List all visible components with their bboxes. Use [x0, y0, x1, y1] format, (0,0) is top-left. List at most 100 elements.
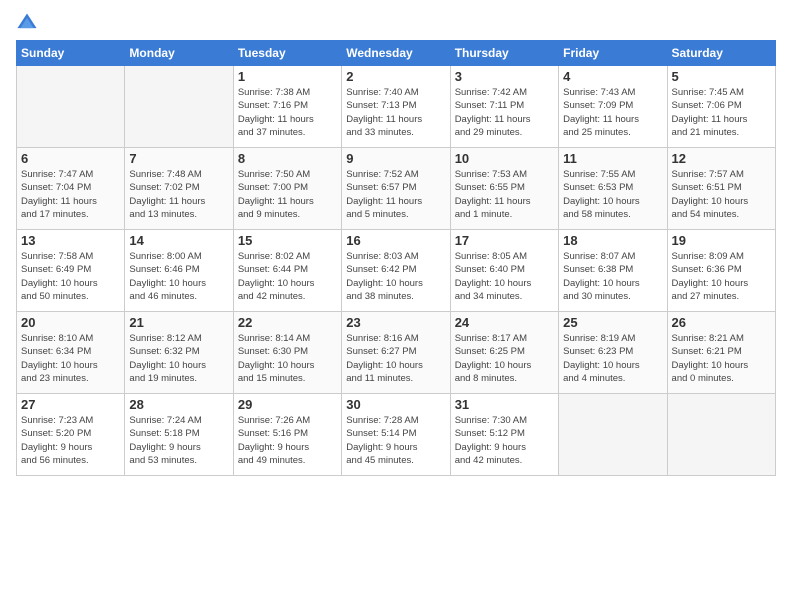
day-detail: Sunrise: 7:48 AM Sunset: 7:02 PM Dayligh… [129, 168, 228, 221]
day-detail: Sunrise: 7:55 AM Sunset: 6:53 PM Dayligh… [563, 168, 662, 221]
day-detail: Sunrise: 7:47 AM Sunset: 7:04 PM Dayligh… [21, 168, 120, 221]
day-number: 26 [672, 315, 771, 330]
day-number: 13 [21, 233, 120, 248]
day-detail: Sunrise: 8:12 AM Sunset: 6:32 PM Dayligh… [129, 332, 228, 385]
day-detail: Sunrise: 7:30 AM Sunset: 5:12 PM Dayligh… [455, 414, 554, 467]
day-detail: Sunrise: 7:26 AM Sunset: 5:16 PM Dayligh… [238, 414, 337, 467]
day-detail: Sunrise: 7:40 AM Sunset: 7:13 PM Dayligh… [346, 86, 445, 139]
day-number: 24 [455, 315, 554, 330]
page: SundayMondayTuesdayWednesdayThursdayFrid… [0, 0, 792, 484]
weekday-header: Friday [559, 41, 667, 66]
day-number: 30 [346, 397, 445, 412]
day-detail: Sunrise: 7:52 AM Sunset: 6:57 PM Dayligh… [346, 168, 445, 221]
calendar-cell: 17Sunrise: 8:05 AM Sunset: 6:40 PM Dayli… [450, 230, 558, 312]
day-detail: Sunrise: 7:23 AM Sunset: 5:20 PM Dayligh… [21, 414, 120, 467]
calendar-cell: 15Sunrise: 8:02 AM Sunset: 6:44 PM Dayli… [233, 230, 341, 312]
day-number: 6 [21, 151, 120, 166]
calendar-week-row: 27 Sunrise: 7:23 AM Sunset: 5:20 PM Dayli… [17, 394, 776, 476]
weekday-header-row: SundayMondayTuesdayWednesdayThursdayFrid… [17, 41, 776, 66]
day-number: 2 [346, 69, 445, 84]
calendar-cell: 11 Sunrise: 7:55 AM Sunset: 6:53 PM Dayli… [559, 148, 667, 230]
calendar-cell: 9 Sunrise: 7:52 AM Sunset: 6:57 PM Daylig… [342, 148, 450, 230]
day-number: 25 [563, 315, 662, 330]
calendar-cell: 22 Sunrise: 8:14 AM Sunset: 6:30 PM Dayli… [233, 312, 341, 394]
day-number: 8 [238, 151, 337, 166]
day-detail: Sunrise: 7:50 AM Sunset: 7:00 PM Dayligh… [238, 168, 337, 221]
weekday-header: Monday [125, 41, 233, 66]
calendar-cell: 7 Sunrise: 7:48 AM Sunset: 7:02 PM Daylig… [125, 148, 233, 230]
logo-icon [16, 12, 38, 34]
day-number: 5 [672, 69, 771, 84]
calendar-cell: 5 Sunrise: 7:45 AM Sunset: 7:06 PM Daylig… [667, 66, 775, 148]
day-detail: Sunrise: 8:19 AM Sunset: 6:23 PM Dayligh… [563, 332, 662, 385]
day-number: 27 [21, 397, 120, 412]
day-detail: Sunrise: 7:38 AM Sunset: 7:16 PM Dayligh… [238, 86, 337, 139]
calendar-cell: 16 Sunrise: 8:03 AM Sunset: 6:42 PM Dayli… [342, 230, 450, 312]
calendar-cell: 14Sunrise: 8:00 AM Sunset: 6:46 PM Dayli… [125, 230, 233, 312]
calendar-cell: 24 Sunrise: 8:17 AM Sunset: 6:25 PM Dayli… [450, 312, 558, 394]
day-detail: Sunrise: 7:57 AM Sunset: 6:51 PM Dayligh… [672, 168, 771, 221]
day-detail: Sunrise: 8:00 AM Sunset: 6:46 PM Dayligh… [129, 250, 228, 303]
calendar-week-row: 6 Sunrise: 7:47 AM Sunset: 7:04 PM Daylig… [17, 148, 776, 230]
day-number: 31 [455, 397, 554, 412]
calendar-cell: 26Sunrise: 8:21 AM Sunset: 6:21 PM Dayli… [667, 312, 775, 394]
day-number: 19 [672, 233, 771, 248]
calendar-cell: 6 Sunrise: 7:47 AM Sunset: 7:04 PM Daylig… [17, 148, 125, 230]
day-number: 12 [672, 151, 771, 166]
day-detail: Sunrise: 7:28 AM Sunset: 5:14 PM Dayligh… [346, 414, 445, 467]
weekday-header: Saturday [667, 41, 775, 66]
day-number: 22 [238, 315, 337, 330]
calendar-cell: 19 Sunrise: 8:09 AM Sunset: 6:36 PM Dayli… [667, 230, 775, 312]
calendar-cell: 31 Sunrise: 7:30 AM Sunset: 5:12 PM Dayli… [450, 394, 558, 476]
day-number: 3 [455, 69, 554, 84]
calendar-cell: 28Sunrise: 7:24 AM Sunset: 5:18 PM Dayli… [125, 394, 233, 476]
calendar-cell: 25 Sunrise: 8:19 AM Sunset: 6:23 PM Dayli… [559, 312, 667, 394]
day-detail: Sunrise: 8:09 AM Sunset: 6:36 PM Dayligh… [672, 250, 771, 303]
day-detail: Sunrise: 7:53 AM Sunset: 6:55 PM Dayligh… [455, 168, 554, 221]
day-number: 15 [238, 233, 337, 248]
calendar-cell: 13 Sunrise: 7:58 AM Sunset: 6:49 PM Dayli… [17, 230, 125, 312]
calendar-cell [559, 394, 667, 476]
weekday-header: Tuesday [233, 41, 341, 66]
calendar-cell: 27 Sunrise: 7:23 AM Sunset: 5:20 PM Dayli… [17, 394, 125, 476]
calendar-cell: 29 Sunrise: 7:26 AM Sunset: 5:16 PM Dayli… [233, 394, 341, 476]
calendar-week-row: 20 Sunrise: 8:10 AM Sunset: 6:34 PM Dayli… [17, 312, 776, 394]
day-number: 23 [346, 315, 445, 330]
calendar-cell: 21Sunrise: 8:12 AM Sunset: 6:32 PM Dayli… [125, 312, 233, 394]
calendar-cell: 18Sunrise: 8:07 AM Sunset: 6:38 PM Dayli… [559, 230, 667, 312]
header [16, 12, 776, 34]
calendar-week-row: 13 Sunrise: 7:58 AM Sunset: 6:49 PM Dayli… [17, 230, 776, 312]
calendar-cell [125, 66, 233, 148]
day-detail: Sunrise: 8:07 AM Sunset: 6:38 PM Dayligh… [563, 250, 662, 303]
day-number: 16 [346, 233, 445, 248]
calendar-cell: 2 Sunrise: 7:40 AM Sunset: 7:13 PM Daylig… [342, 66, 450, 148]
calendar-table: SundayMondayTuesdayWednesdayThursdayFrid… [16, 40, 776, 476]
weekday-header: Thursday [450, 41, 558, 66]
calendar-cell: 20 Sunrise: 8:10 AM Sunset: 6:34 PM Dayli… [17, 312, 125, 394]
calendar-cell: 10Sunrise: 7:53 AM Sunset: 6:55 PM Dayli… [450, 148, 558, 230]
calendar-cell: 8 Sunrise: 7:50 AM Sunset: 7:00 PM Daylig… [233, 148, 341, 230]
day-number: 29 [238, 397, 337, 412]
day-number: 7 [129, 151, 228, 166]
day-detail: Sunrise: 8:14 AM Sunset: 6:30 PM Dayligh… [238, 332, 337, 385]
calendar-cell [667, 394, 775, 476]
day-detail: Sunrise: 7:45 AM Sunset: 7:06 PM Dayligh… [672, 86, 771, 139]
calendar-cell [17, 66, 125, 148]
day-detail: Sunrise: 8:10 AM Sunset: 6:34 PM Dayligh… [21, 332, 120, 385]
day-detail: Sunrise: 8:05 AM Sunset: 6:40 PM Dayligh… [455, 250, 554, 303]
day-detail: Sunrise: 7:42 AM Sunset: 7:11 PM Dayligh… [455, 86, 554, 139]
calendar-cell: 4Sunrise: 7:43 AM Sunset: 7:09 PM Daylig… [559, 66, 667, 148]
day-detail: Sunrise: 7:24 AM Sunset: 5:18 PM Dayligh… [129, 414, 228, 467]
day-number: 9 [346, 151, 445, 166]
day-number: 1 [238, 69, 337, 84]
logo [16, 12, 42, 34]
day-number: 20 [21, 315, 120, 330]
day-detail: Sunrise: 7:58 AM Sunset: 6:49 PM Dayligh… [21, 250, 120, 303]
calendar-cell: 12 Sunrise: 7:57 AM Sunset: 6:51 PM Dayli… [667, 148, 775, 230]
calendar-cell: 3 Sunrise: 7:42 AM Sunset: 7:11 PM Daylig… [450, 66, 558, 148]
day-detail: Sunrise: 7:43 AM Sunset: 7:09 PM Dayligh… [563, 86, 662, 139]
day-detail: Sunrise: 8:03 AM Sunset: 6:42 PM Dayligh… [346, 250, 445, 303]
day-number: 11 [563, 151, 662, 166]
day-detail: Sunrise: 8:17 AM Sunset: 6:25 PM Dayligh… [455, 332, 554, 385]
calendar-cell: 1 Sunrise: 7:38 AM Sunset: 7:16 PM Daylig… [233, 66, 341, 148]
